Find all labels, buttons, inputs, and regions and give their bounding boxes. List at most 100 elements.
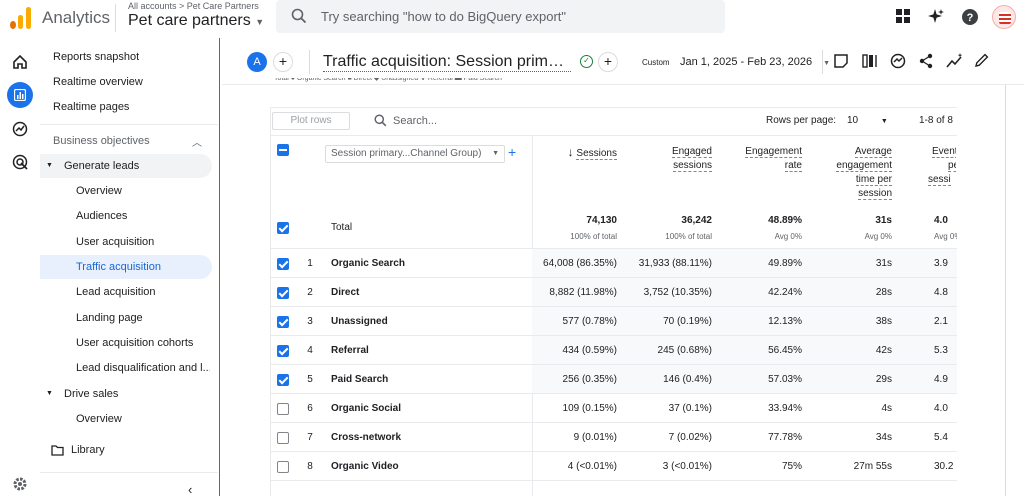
table-cell: 577 (0.78%) [562, 316, 617, 327]
global-search[interactable]: Try searching "how to do BigQuery export… [276, 0, 725, 33]
chevron-up-icon[interactable]: ︿ [192, 134, 202, 149]
apps-grid-icon[interactable] [895, 8, 911, 24]
account-breadcrumb[interactable]: All accounts > Pet Care Partners [128, 1, 259, 11]
table-cell: 9 (0.01%) [573, 432, 617, 443]
column-header-engaged-sessions[interactable]: Engaged sessions [640, 145, 712, 173]
table-cell: 28s [875, 287, 892, 298]
reports-nav-button[interactable] [7, 82, 33, 108]
sidebar-item-realtime-overview[interactable]: Realtime overview [53, 76, 143, 88]
customize-columns-icon[interactable] [862, 54, 878, 68]
sidebar-item-realtime-pages[interactable]: Realtime pages [53, 101, 129, 113]
share-icon[interactable] [918, 53, 934, 69]
sidebar-group-generate-leads[interactable]: Generate leads [64, 160, 139, 172]
total-sessions-sub: 100% of total [570, 232, 617, 241]
collapse-chevron-icon[interactable]: ‹ [188, 482, 192, 497]
row-checkbox[interactable] [277, 316, 289, 328]
row-checkbox[interactable] [277, 461, 289, 473]
column-header-engagement-rate[interactable]: Engagement rate [730, 145, 802, 173]
chart-legend-partial: Total ● Organic Search ■ Direct ◆ Unassi… [274, 78, 502, 82]
row-channel-name[interactable]: Unassigned [331, 316, 388, 327]
search-placeholder: Try searching "how to do BigQuery export… [321, 9, 567, 24]
row-checkbox[interactable] [277, 345, 289, 357]
add-filter-button[interactable]: + [598, 52, 618, 72]
table-cell: 29s [875, 374, 892, 385]
table-cell: 27m 55s [853, 461, 892, 472]
row-channel-name[interactable]: Organic Search [331, 258, 405, 269]
row-channel-name[interactable]: Organic Video [331, 461, 399, 472]
column-header-avg-engagement-time[interactable]: Average engagement time per session [820, 145, 892, 201]
search-icon [374, 114, 387, 127]
insights-icon[interactable] [890, 53, 906, 69]
edit-pencil-icon[interactable] [975, 53, 989, 67]
row-checkbox[interactable] [277, 374, 289, 386]
user-avatar[interactable]: A [247, 52, 267, 72]
table-cell: 245 (0.68%) [657, 345, 712, 356]
report-title[interactable]: Traffic acquisition: Session primary Cha… [323, 53, 571, 72]
row-checkbox[interactable] [277, 287, 289, 299]
home-icon[interactable] [12, 54, 28, 70]
table-cell: 8,882 (11.98%) [549, 287, 617, 298]
table-cell: 70 (0.19%) [663, 316, 712, 327]
row-checkbox[interactable] [277, 258, 289, 270]
row-checkbox[interactable] [277, 432, 289, 444]
sidebar-item-lead-disqualification[interactable]: Lead disqualification and l... [76, 362, 210, 374]
total-label: Total [331, 222, 353, 233]
dimension-selector[interactable]: Session primary...Channel Group) ▼ [325, 145, 505, 163]
rows-per-page-value: 10 [847, 115, 859, 126]
row-channel-name[interactable]: Direct [331, 287, 359, 298]
sidebar-item-landing-page[interactable]: Landing page [76, 312, 143, 324]
table-search-input[interactable]: Search... [393, 115, 437, 127]
explore-icon[interactable] [12, 121, 28, 137]
sidebar-item-drive-overview[interactable]: Overview [76, 413, 122, 425]
column-header-sessions[interactable]: ↓ Sessions [540, 145, 617, 161]
caret-down-icon[interactable]: ▼ [46, 162, 53, 169]
sidebar-item-lead-acquisition[interactable]: Lead acquisition [76, 286, 156, 298]
total-avg-time: 31s [875, 215, 892, 226]
add-dimension-button[interactable]: + [508, 144, 516, 160]
table-cell: 146 (0.4%) [663, 374, 712, 385]
plot-rows-button[interactable]: Plot rows [272, 112, 350, 130]
section-business-objectives[interactable]: Business objectives [53, 135, 150, 147]
caret-down-icon: ▼ [255, 17, 265, 27]
caret-down-icon[interactable]: ▼ [46, 390, 53, 397]
property-selector[interactable]: Pet care partners ▼ [128, 12, 264, 30]
row-checkbox[interactable] [277, 403, 289, 415]
property-name: Pet care partners [128, 12, 251, 29]
sidebar-item-user-acquisition[interactable]: User acquisition [76, 236, 154, 248]
column-header-events-per-session[interactable]: Event per sessi [910, 145, 956, 187]
sidebar-group-drive-sales[interactable]: Drive sales [64, 388, 118, 400]
total-engagement-rate-sub: Avg 0% [774, 232, 802, 241]
sidebar-item-audiences[interactable]: Audiences [76, 210, 127, 222]
sidebar-item-reports-snapshot[interactable]: Reports snapshot [53, 51, 139, 63]
total-sessions: 74,130 [586, 215, 617, 226]
help-icon[interactable]: ? [961, 8, 979, 26]
account-avatar[interactable] [992, 5, 1016, 29]
row-channel-name[interactable]: Organic Social [331, 403, 401, 414]
row-channel-name[interactable]: Paid Search [331, 374, 388, 385]
sidebar-item-user-acquisition-cohorts[interactable]: User acquisition cohorts [76, 337, 193, 349]
row-number: 6 [307, 403, 313, 414]
select-all-checkbox[interactable] [277, 144, 289, 156]
row-channel-name[interactable]: Cross-network [331, 432, 401, 443]
table-cell: 7 (0.02%) [668, 432, 712, 443]
sidebar-item-overview[interactable]: Overview [76, 185, 122, 197]
table-cell: 42.24% [768, 287, 802, 298]
compare-notes-icon[interactable] [834, 54, 848, 68]
settings-gear-icon[interactable] [12, 476, 28, 492]
total-row-checkbox[interactable] [277, 222, 289, 234]
caret-down-icon: ▼ [492, 150, 499, 157]
caret-down-icon: ▼ [823, 60, 831, 67]
sidebar-item-library[interactable]: Library [71, 444, 105, 456]
sidebar-item-traffic-acquisition[interactable]: Traffic acquisition [76, 261, 161, 273]
date-range-picker[interactable]: Jan 1, 2025 - Feb 23, 2026 ▼ [680, 56, 830, 68]
analytics-logo[interactable] [10, 7, 32, 29]
sparkle-insights-icon[interactable] [927, 8, 945, 26]
trend-sparkle-icon[interactable] [946, 53, 964, 69]
rows-per-page-select[interactable]: 10 ▼ [847, 115, 888, 126]
row-number: 5 [307, 374, 313, 385]
row-number: 8 [307, 461, 313, 472]
total-engaged: 36,242 [681, 215, 712, 226]
advertising-icon[interactable] [12, 154, 28, 170]
row-channel-name[interactable]: Referral [331, 345, 369, 356]
add-comparison-button[interactable]: + [273, 52, 293, 72]
